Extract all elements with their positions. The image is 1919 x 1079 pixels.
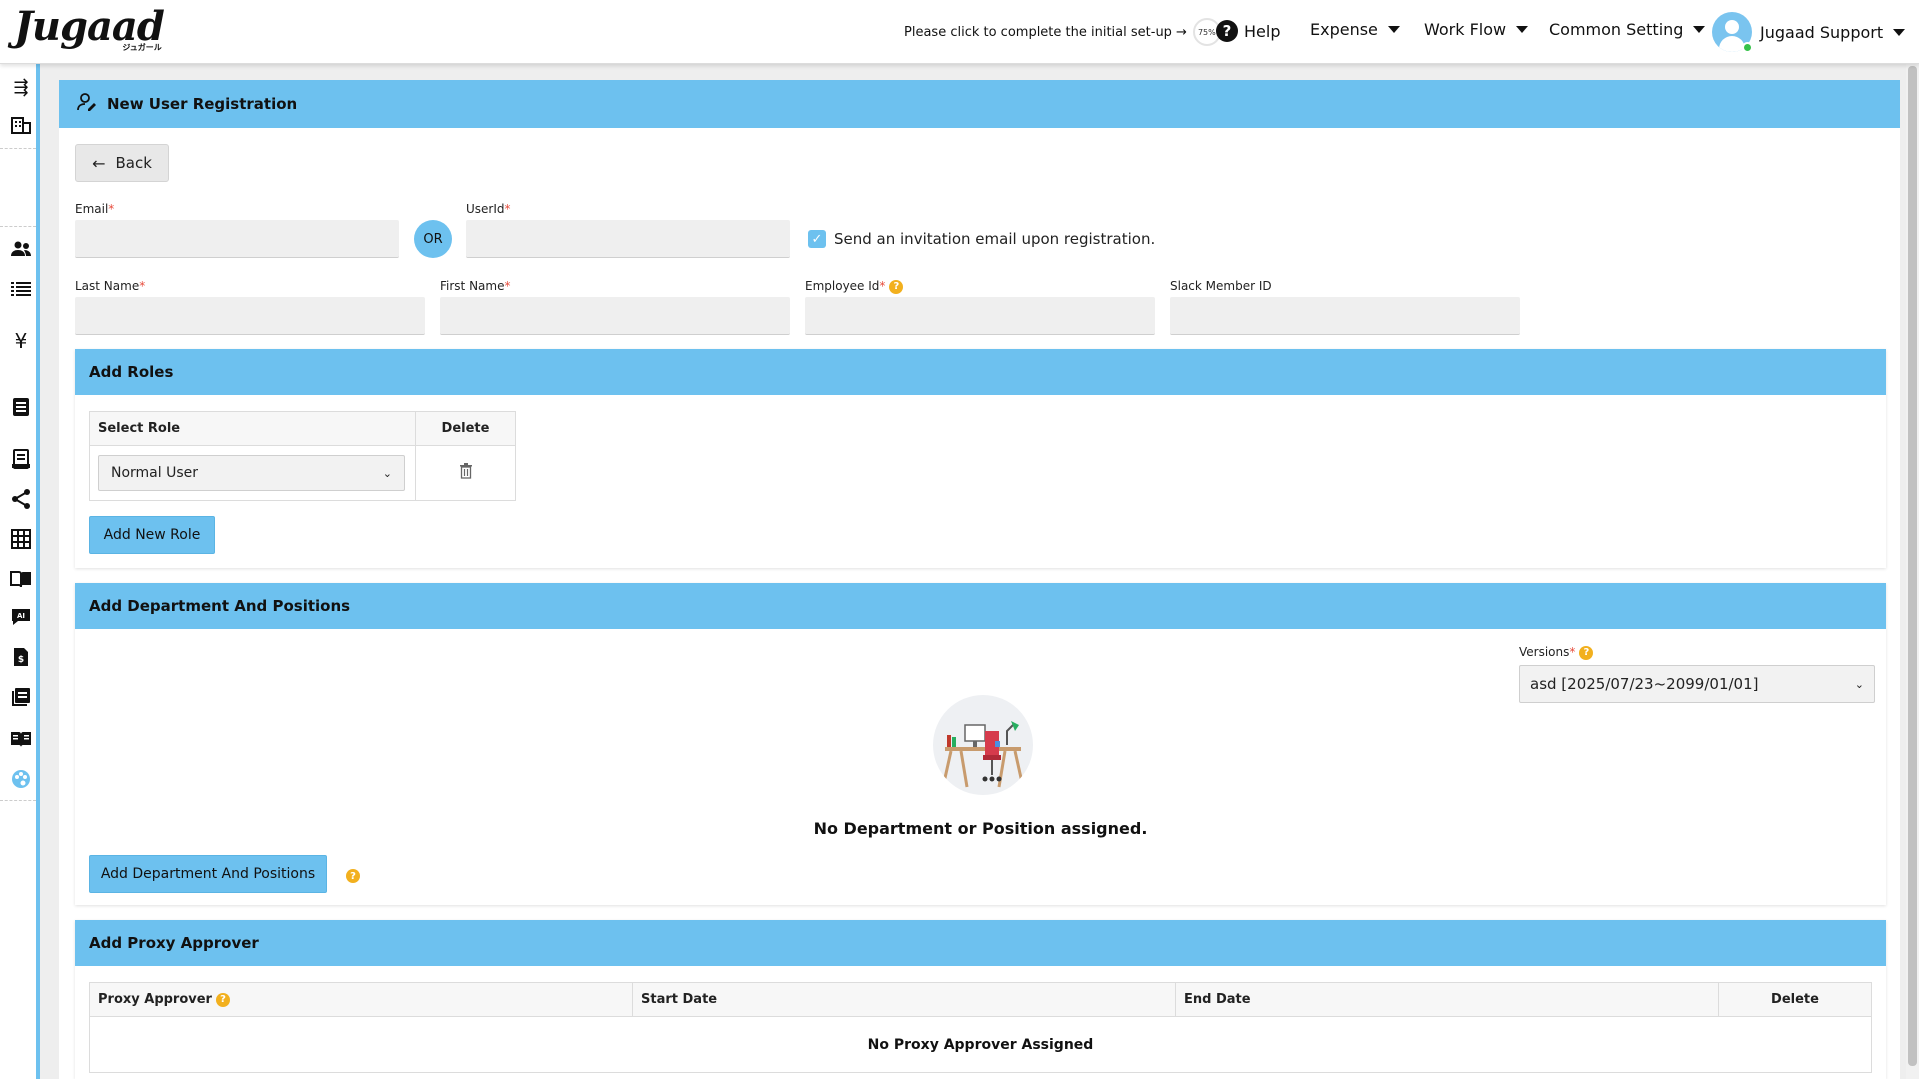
role-select[interactable]: Normal User ⌄ [98, 455, 405, 491]
email-label: Email* [75, 202, 115, 216]
col-select-role: Select Role [89, 411, 416, 446]
proxy-table: Proxy Approver? Start Date End Date Dele… [89, 982, 1872, 1073]
receipt-icon[interactable] [10, 448, 32, 470]
roles-table: Select Role Delete Normal User ⌄ [89, 411, 516, 501]
svg-text:$: $ [18, 655, 24, 665]
help-link[interactable]: ? Help [1216, 20, 1280, 42]
proxy-empty-text: No Proxy Approver Assigned [89, 1016, 1872, 1073]
userid-field[interactable] [466, 220, 790, 258]
user-name: Jugaad Support [1760, 22, 1884, 42]
menu-collapse-icon[interactable]: ⇶ [10, 76, 32, 98]
add-department-button[interactable]: Add Department And Positions [89, 855, 327, 893]
role-select-value: Normal User [111, 465, 199, 481]
employeeid-field[interactable] [805, 297, 1155, 335]
app-logo[interactable]: Jugaad ジュガール [14, 6, 165, 53]
help-icon[interactable]: ? [215, 992, 230, 1007]
nav-expense[interactable]: Expense [1310, 20, 1400, 39]
caret-down-icon [1516, 26, 1529, 33]
slack-label: Slack Member ID [1170, 279, 1272, 293]
caret-down-icon [1893, 28, 1906, 36]
caret-down-icon [1693, 26, 1706, 33]
invite-label: Send an invitation email upon registrati… [834, 230, 1156, 248]
nav-common-setting[interactable]: Common Setting [1549, 20, 1706, 39]
scrollbar-thumb[interactable] [1908, 66, 1917, 1066]
roles-section-title: Add Roles [75, 349, 1886, 395]
versions-label: Versions*? [1519, 645, 1594, 660]
help-icon: ? [1216, 20, 1238, 42]
back-label: Back [115, 154, 152, 172]
journal-icon[interactable] [10, 686, 32, 708]
page-header: New User Registration [59, 80, 1900, 128]
users-icon[interactable] [10, 238, 32, 260]
proxy-section-title: Add Proxy Approver [75, 920, 1886, 966]
svg-text:AI: AI [17, 612, 25, 620]
share-icon[interactable] [10, 488, 32, 510]
table-row: Normal User ⌄ [89, 445, 516, 501]
chevron-down-icon: ⌄ [382, 466, 392, 480]
list-icon[interactable] [10, 278, 32, 300]
lastname-label: Last Name* [75, 279, 146, 293]
add-new-role-button[interactable]: Add New Role [89, 516, 215, 554]
initial-setup-link[interactable]: Please click to complete the initial set… [904, 18, 1221, 46]
arrow-right-icon: → [1175, 24, 1187, 40]
departments-section-title: Add Department And Positions [75, 583, 1886, 629]
roles-section: Add Roles Select Role Delete Normal User… [75, 349, 1886, 568]
arrow-left-icon: ← [92, 153, 106, 173]
user-edit-icon [77, 92, 97, 116]
versions-select[interactable]: asd [2025/07/23~2099/01/01] ⌄ [1519, 665, 1875, 703]
col-proxy-approver: Proxy Approver? [89, 982, 633, 1017]
avatar [1712, 12, 1760, 53]
document-icon[interactable] [10, 396, 32, 418]
table-row: No Proxy Approver Assigned [89, 1016, 1872, 1073]
or-badge: OR [414, 220, 452, 258]
employeeid-label: Employee Id*? [805, 279, 904, 294]
invoice-icon[interactable]: $ [10, 646, 32, 668]
online-status-icon [1742, 42, 1753, 53]
slack-id-field[interactable] [1170, 297, 1520, 335]
help-icon[interactable]: ? [889, 279, 904, 294]
departments-empty-text: No Department or Position assigned. [813, 819, 1148, 838]
lastname-field[interactable] [75, 297, 425, 335]
invite-checkbox[interactable]: ✓ [808, 230, 826, 248]
chevron-down-icon: ⌄ [1854, 677, 1864, 691]
palette-icon[interactable] [10, 768, 32, 790]
col-end-date: End Date [1175, 982, 1719, 1017]
firstname-field[interactable] [440, 297, 790, 335]
col-delete: Delete [415, 411, 516, 446]
email-field[interactable] [75, 220, 399, 258]
ai-chat-icon[interactable]: AI [10, 606, 32, 628]
page-title: New User Registration [107, 95, 298, 113]
versions-select-value: asd [2025/07/23~2099/01/01] [1530, 675, 1759, 693]
help-icon[interactable]: ? [346, 869, 360, 883]
page-scrollbar[interactable] [1906, 0, 1919, 1079]
firstname-label: First Name* [440, 279, 511, 293]
grid-icon[interactable] [10, 528, 32, 550]
nav-expense-label: Expense [1310, 20, 1378, 39]
building-icon[interactable] [10, 114, 32, 136]
book-icon[interactable] [10, 568, 32, 590]
departments-section: Add Department And Positions Versions*? … [75, 583, 1886, 905]
sidebar: ⇶ ¥ AI $ [0, 64, 40, 1079]
manual-icon[interactable] [10, 728, 32, 750]
nav-common-setting-label: Common Setting [1549, 20, 1684, 39]
back-button[interactable]: ← Back [75, 144, 169, 182]
nav-workflow-label: Work Flow [1424, 20, 1507, 39]
logo-subtext: ジュガール [122, 43, 162, 52]
setup-text: Please click to complete the initial set… [904, 24, 1172, 40]
yen-icon[interactable]: ¥ [10, 329, 32, 353]
col-delete: Delete [1718, 982, 1872, 1017]
top-header: Jugaad ジュガール Please click to complete th… [0, 0, 1919, 64]
trash-icon[interactable] [459, 463, 473, 483]
col-start-date: Start Date [632, 982, 1176, 1017]
help-icon[interactable]: ? [1579, 645, 1594, 660]
help-label: Help [1244, 21, 1281, 41]
caret-down-icon [1387, 26, 1400, 33]
main-content: New User Registration ← Back Email* OR U… [59, 80, 1900, 1079]
userid-label: UserId* [466, 202, 511, 216]
empty-desk-illustration [933, 695, 1033, 795]
user-menu[interactable]: Jugaad Support [1712, 12, 1906, 53]
nav-workflow[interactable]: Work Flow [1424, 20, 1529, 39]
proxy-section: Add Proxy Approver Proxy Approver? Start… [75, 920, 1886, 1079]
